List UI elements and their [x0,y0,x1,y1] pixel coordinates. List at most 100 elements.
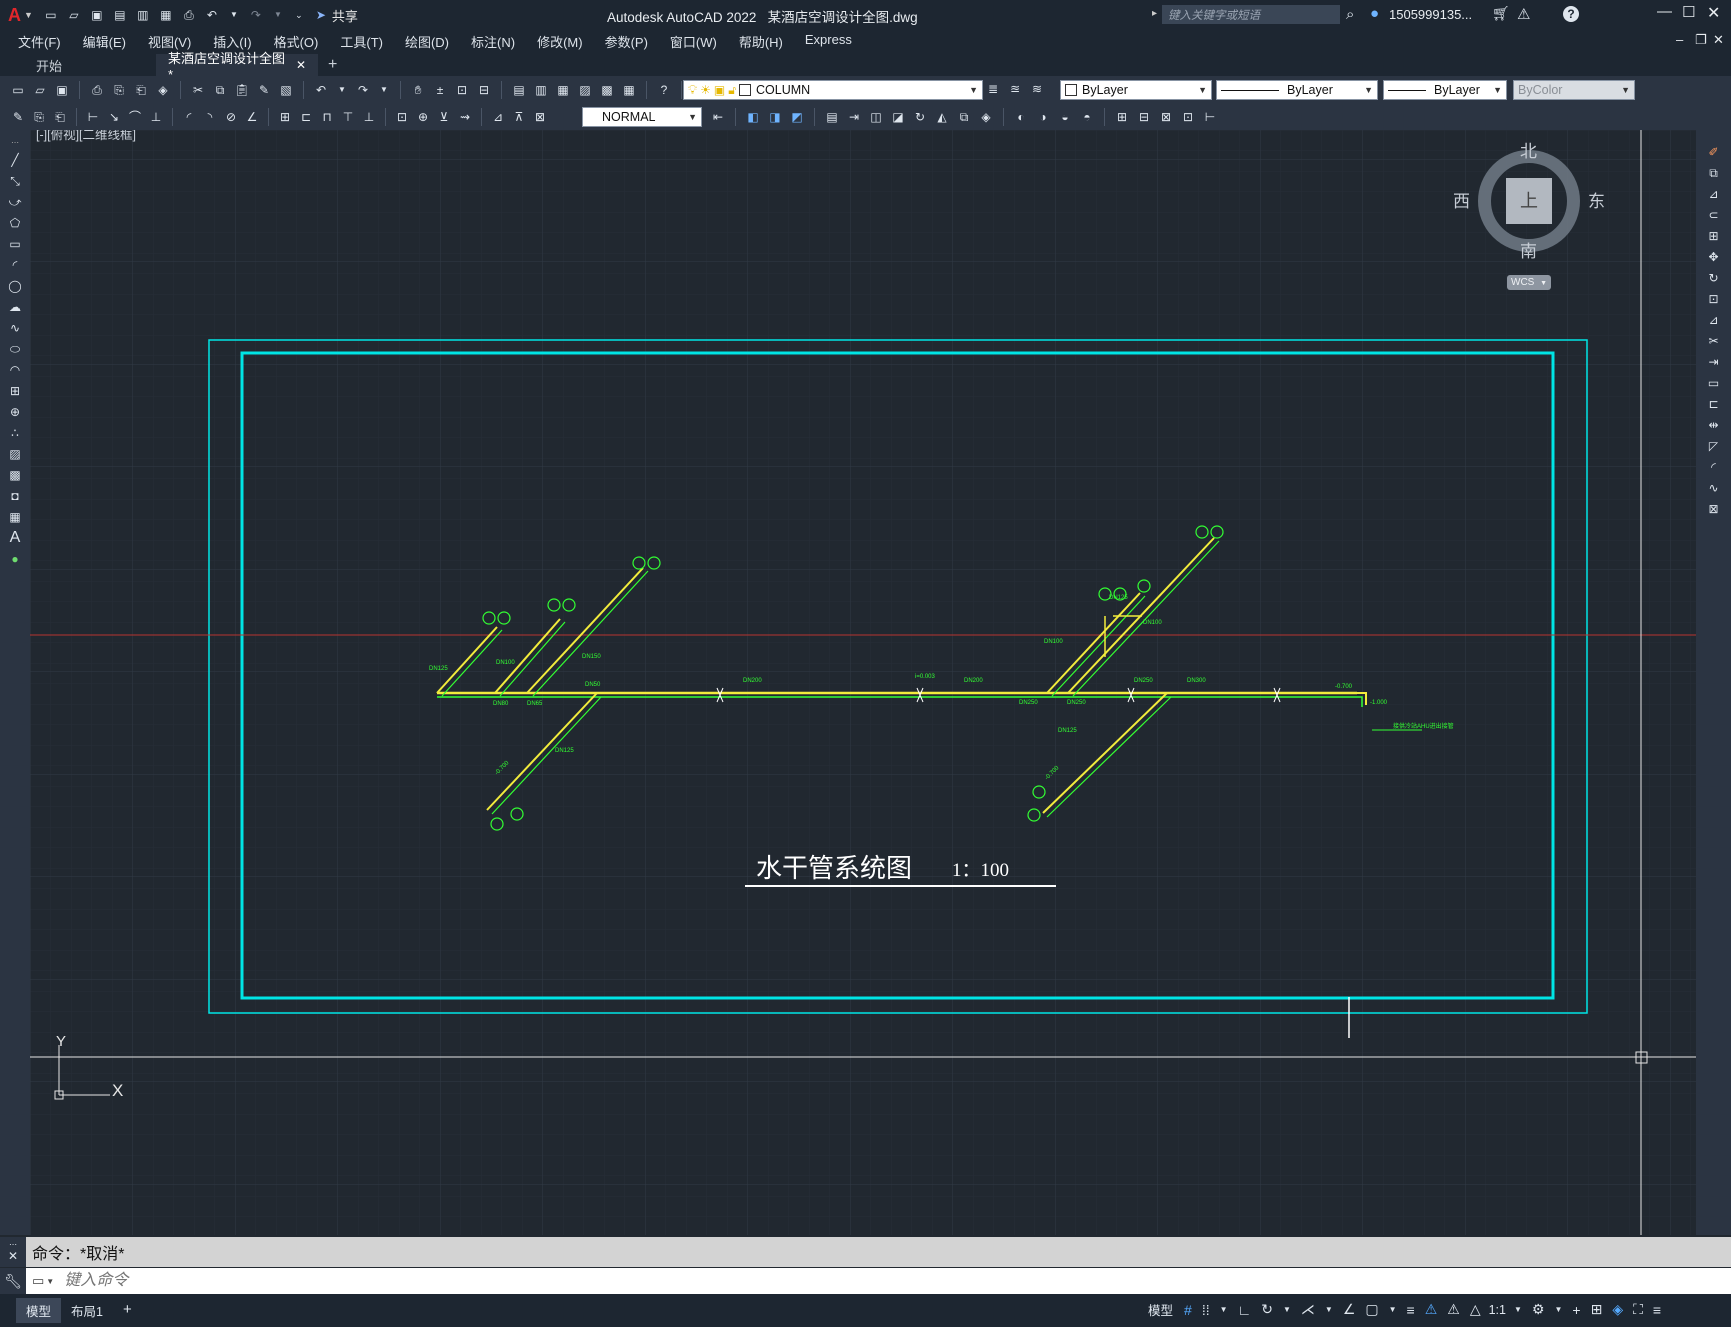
recent-commands-caret-icon[interactable]: ▼ [46,1277,54,1286]
menu-file[interactable]: 文件(F) [7,32,72,51]
undo-tool-dropdown-icon[interactable]: ▼ [335,82,349,98]
break-at-point-icon[interactable]: ▭ [1706,375,1722,391]
quick-dim-icon[interactable]: ⊞ [277,109,293,125]
snap-icon[interactable]: ⁞⁞ [1202,1302,1210,1318]
clean-screen-icon[interactable]: ⛶ [1633,1301,1643,1318]
drawing-title[interactable]: 水干管系统图 [756,854,912,883]
stretch-icon[interactable]: ⊿ [1706,312,1722,328]
maximize-icon[interactable]: ☐ [1682,3,1695,21]
shell-icon[interactable]: ◓ [1079,109,1095,125]
join-icon[interactable]: ⇹ [1706,417,1722,433]
grid-icon[interactable]: # [1184,1302,1192,1318]
menu-draw[interactable]: 绘图(D) [394,32,460,51]
search-icon[interactable]: ⌕ [1346,6,1354,23]
snap-caret-icon[interactable]: ▼ [1220,1305,1228,1314]
subtract-icon[interactable]: ◨ [767,109,783,125]
copy-object-icon[interactable]: ⧉ [1706,165,1722,181]
lineweight-dropdown[interactable]: ByLayer ▼ [1383,80,1507,100]
rotate-icon[interactable]: ↻ [1706,270,1722,286]
publish-icon[interactable]: ⎗ [133,82,149,98]
layer-dropdown[interactable]: 💡︎ ☀ ▣ 🔓︎ COLUMN ▼ [683,80,983,100]
gradient-icon[interactable]: ▩ [7,467,23,483]
dim-style-manager-icon[interactable]: ⇤ [710,109,726,125]
chamfer-icon[interactable]: ◸ [1706,438,1722,454]
cut-icon[interactable]: ✂ [190,82,206,98]
toolbar-grip-icon[interactable]: ⋯ [11,138,19,147]
radius-dim-icon[interactable]: ◜ [181,109,197,125]
space-dim-icon[interactable]: ⊤ [340,109,356,125]
drawing-svg[interactable]: 接供冷站AHU进出接管 DN125 DN100 DN80 DN65 DN50 D… [30,130,1696,1235]
paste-icon[interactable]: 📋︎ [234,82,250,98]
pan-icon[interactable]: ✋︎ [410,82,426,98]
scale-icon[interactable]: ⊡ [1706,291,1722,307]
plotstyle-dropdown[interactable]: ByColor ▼ [1513,80,1635,100]
lineweight-icon[interactable]: ≡ [1407,1302,1415,1318]
make-current-icon[interactable]: ≣ [985,81,1001,97]
tab-drawing[interactable]: 某酒店空调设计全图* ✕ [156,51,318,82]
menu-modify[interactable]: 修改(M) [526,32,594,51]
move-faces-icon[interactable]: ⇥ [846,109,862,125]
menu-parametric[interactable]: 参数(P) [594,32,659,51]
save-as-icon[interactable]: ▤ [112,7,128,23]
array-icon[interactable]: ⊞ [1706,228,1722,244]
workspace-gear-icon[interactable]: ⚙ [1532,1301,1545,1318]
erase-icon[interactable]: ✐ [1706,144,1722,160]
scale-caret-icon[interactable]: ▼ [1514,1305,1522,1314]
undo-icon[interactable]: ↶ [204,7,220,23]
check-icon[interactable]: ⊞ [1114,109,1130,125]
separate-icon[interactable]: ◒ [1057,109,1073,125]
extend-icon[interactable]: ⇥ [1706,354,1722,370]
search-box[interactable]: 键入关键字或短语 [1162,5,1340,24]
match-properties-icon[interactable]: ✎ [256,82,272,98]
units-icon[interactable]: ⊞ [1591,1301,1603,1318]
menu-edit[interactable]: 编辑(E) [72,32,137,51]
layer-states-icon[interactable]: ≋ [1029,81,1045,97]
imprint-icon[interactable]: ◐ [1013,109,1029,125]
insert-block-icon[interactable]: ⊞ [7,383,23,399]
block-editor-icon[interactable]: ▧ [278,82,294,98]
command-input[interactable] [62,1271,1567,1291]
linetype-dropdown[interactable]: ByLayer ▼ [1216,80,1378,100]
otrack-icon[interactable]: ∠ [1343,1301,1356,1318]
plot-preview-icon[interactable]: ⎘ [111,82,127,98]
copy-faces-icon[interactable]: ⧉ [956,109,972,125]
markup-icon[interactable]: ▩ [599,82,615,98]
sheet-set-icon[interactable]: ▨ [577,82,593,98]
linear-dim-icon[interactable]: ⊢ [85,109,101,125]
copy-edges-icon[interactable]: ⊟ [1136,109,1152,125]
wcs-menu[interactable]: WCS ▼ [1507,275,1551,290]
layer-previous-icon[interactable]: ≊ [1007,81,1023,97]
explode-icon[interactable]: ⊠ [1706,501,1722,517]
share-button[interactable]: 共享 [332,6,358,25]
inspect-icon[interactable]: ⊻ [436,109,452,125]
share-icon[interactable]: ➤ [313,7,329,23]
break-dim-icon[interactable]: ⊥ [361,109,377,125]
undo-tool-icon[interactable]: ↶ [313,82,329,98]
layer-thaw-icon[interactable]: ☀ [700,83,711,97]
user-name[interactable]: 1505999135... [1389,7,1472,22]
autodesk-app-icon[interactable]: ⚠︎ [1517,5,1530,23]
ellipse-icon[interactable]: ⬭ [7,341,23,357]
annotation-visibility-icon[interactable]: ⚠︎ [1425,1301,1438,1318]
quickcalc-icon[interactable]: ▦ [621,82,637,98]
point-icon[interactable]: ∴ [7,425,23,441]
doc-restore-icon[interactable]: ❐ [1695,32,1707,48]
annotation-scale[interactable]: 1:1 [1489,1303,1506,1317]
aligned-dim-icon[interactable]: ↘ [106,109,122,125]
layer-on-icon[interactable]: 💡︎ [688,82,697,98]
revision-cloud-icon[interactable]: ☁︎ [7,299,23,315]
new-tab-icon[interactable]: + [328,56,337,74]
command-customize[interactable]: 🔧︎ [0,1268,26,1294]
polar-caret-icon[interactable]: ▼ [1283,1305,1291,1314]
dim-update-icon[interactable]: ⎘ [31,109,47,125]
tab-model[interactable]: 模型 [16,1298,62,1323]
properties-icon[interactable]: ▤ [511,82,527,98]
construction-line-icon[interactable]: ⤡ [7,173,23,189]
dim-edit-icon[interactable]: ⊿ [490,109,506,125]
move-icon[interactable]: ✥ [1706,249,1722,265]
rotate-faces-icon[interactable]: ↻ [912,109,928,125]
open-icon[interactable]: ▱ [32,82,48,98]
union-icon[interactable]: ◧ [745,109,761,125]
color-edges-icon[interactable]: ⊠ [1158,109,1174,125]
tolerance-icon[interactable]: ⊡ [394,109,410,125]
